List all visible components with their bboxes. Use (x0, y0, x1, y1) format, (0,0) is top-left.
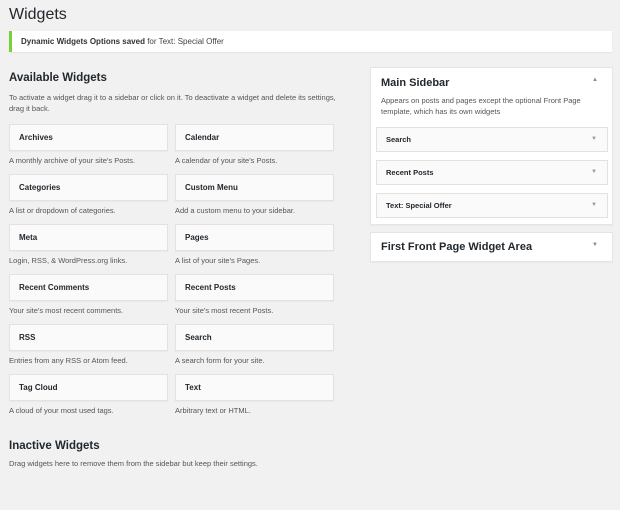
widget-categories[interactable]: Categories (9, 174, 168, 201)
expand-arrow-down-icon[interactable]: ▼ (591, 161, 597, 184)
widget-description: A list of your site's Pages. (175, 256, 261, 265)
widget-description: Login, RSS, & WordPress.org links. (9, 256, 128, 265)
notice-text: for Text: Special Offer (144, 37, 224, 46)
sidebar-widget-label: Search (386, 135, 412, 144)
main-sidebar-description: Appears on posts and pages except the op… (381, 96, 581, 116)
saved-notice: Dynamic Widgets Options saved for Text: … (9, 31, 612, 52)
sidebar-widget-search[interactable]: Search ▼ (376, 127, 608, 152)
expand-arrow-down-icon[interactable]: ▼ (591, 128, 597, 151)
widget-description: A list or dropdown of categories. (9, 206, 116, 215)
widget-description: A monthly archive of your site's Posts. (9, 156, 136, 165)
widget-description: Add a custom menu to your sidebar. (175, 206, 296, 215)
widget-description: A cloud of your most used tags. (9, 406, 114, 415)
expand-arrow-down-icon[interactable]: ▼ (591, 194, 597, 217)
widget-description: Arbitrary text or HTML. (175, 406, 251, 415)
sidebar-widget-text-special-offer[interactable]: Text: Special Offer ▼ (376, 193, 608, 218)
widget-description: A calendar of your site's Posts. (175, 156, 278, 165)
widget-description: Your site's most recent comments. (9, 306, 124, 315)
widget-description: Your site's most recent Posts. (175, 306, 274, 315)
sidebar-widget-label: Text: Special Offer (386, 201, 452, 210)
available-widgets-description: To activate a widget drag it to a sideba… (9, 93, 336, 113)
collapse-arrow-up-icon[interactable]: ▲ (592, 77, 598, 83)
inactive-widgets-title: Inactive Widgets (9, 440, 100, 452)
available-widgets-title: Available Widgets (9, 72, 107, 84)
expand-arrow-down-icon[interactable]: ▼ (592, 242, 598, 248)
widget-archives[interactable]: Archives (9, 124, 168, 151)
sidebar-widget-recent-posts[interactable]: Recent Posts ▼ (376, 160, 608, 185)
widget-pages[interactable]: Pages (175, 224, 334, 251)
widget-custom-menu[interactable]: Custom Menu (175, 174, 334, 201)
widget-tag-cloud[interactable]: Tag Cloud (9, 374, 168, 401)
widget-calendar[interactable]: Calendar (175, 124, 334, 151)
widget-description: A search form for your site. (175, 356, 265, 365)
page-title: Widgets (9, 6, 67, 23)
widget-meta[interactable]: Meta (9, 224, 168, 251)
sidebar-widget-label: Recent Posts (386, 168, 434, 177)
main-sidebar-title[interactable]: Main Sidebar (381, 77, 449, 89)
widget-recent-posts[interactable]: Recent Posts (175, 274, 334, 301)
main-sidebar-panel: Main Sidebar ▲ Appears on posts and page… (370, 67, 613, 225)
widget-recent-comments[interactable]: Recent Comments (9, 274, 168, 301)
front-page-widget-area-title[interactable]: First Front Page Widget Area (381, 241, 532, 253)
widget-search[interactable]: Search (175, 324, 334, 351)
widget-description: Entries from any RSS or Atom feed. (9, 356, 128, 365)
inactive-widgets-description: Drag widgets here to remove them from th… (9, 459, 258, 468)
widget-rss[interactable]: RSS (9, 324, 168, 351)
front-page-widget-area-panel[interactable]: First Front Page Widget Area ▼ (370, 232, 613, 262)
notice-strong-text: Dynamic Widgets Options saved (21, 37, 145, 46)
widget-text[interactable]: Text (175, 374, 334, 401)
